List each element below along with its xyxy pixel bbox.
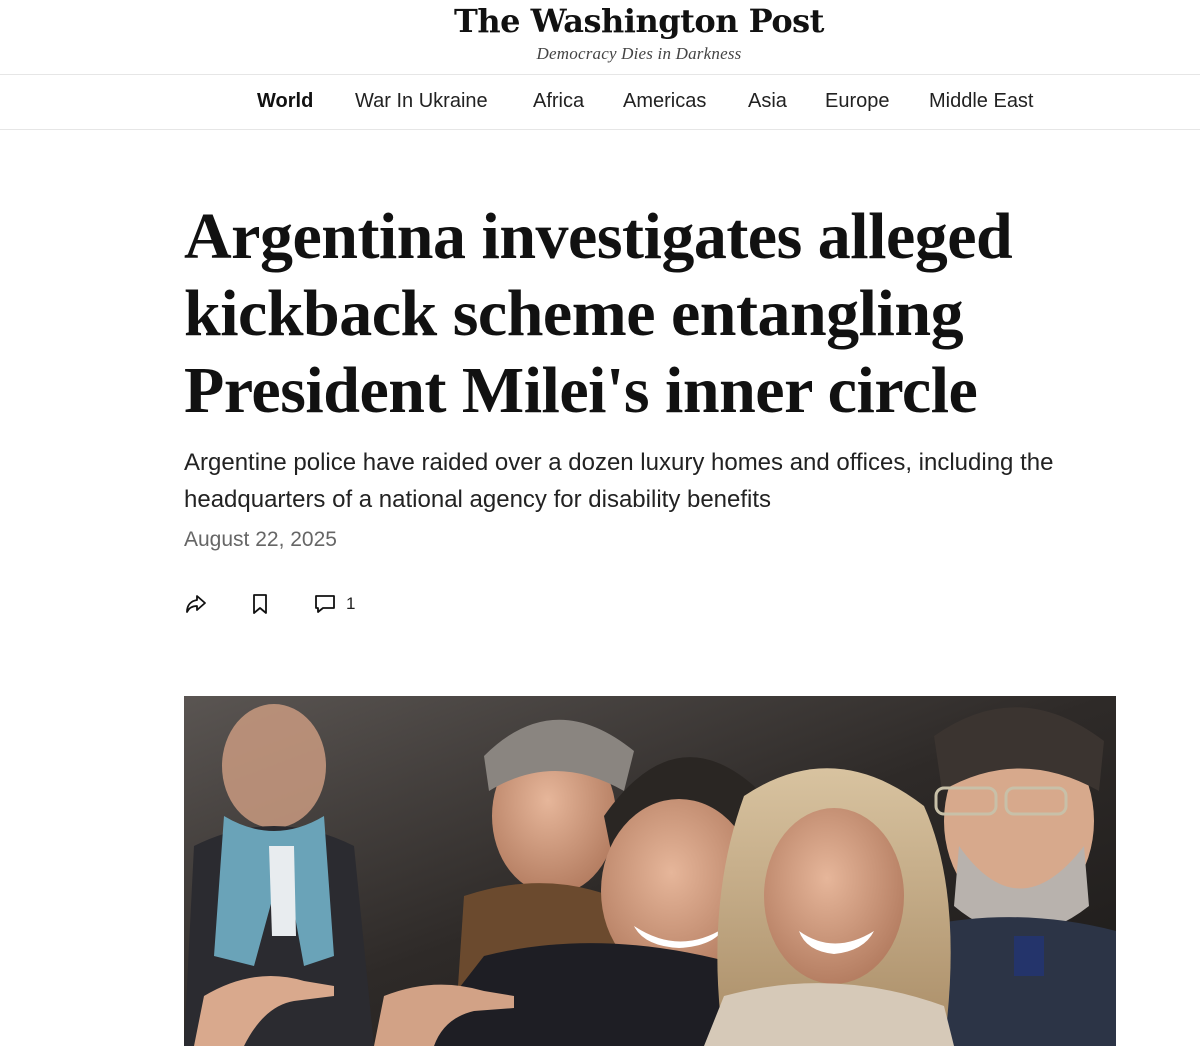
nav-item-middle-east[interactable]: Middle East [929, 90, 1034, 113]
share-icon [186, 595, 206, 613]
nav-item-asia[interactable]: Asia [748, 90, 787, 113]
site-tagline: Democracy Dies in Darkness [536, 44, 742, 63]
site-logo[interactable]: The Washington Post [0, 2, 1200, 40]
lead-photo[interactable] [184, 696, 1116, 1046]
article-headline: Argentina investigates alleged kickback … [184, 200, 1013, 427]
share-button[interactable] [184, 590, 208, 618]
nav-item-war-in-ukraine[interactable]: War In Ukraine [355, 90, 488, 113]
nav-item-world[interactable]: World [257, 90, 313, 113]
comments-button[interactable]: 1 [314, 590, 355, 618]
article-date: August 22, 2025 [184, 528, 337, 551]
article-dek: Argentine police have raided over a doze… [184, 449, 1054, 513]
comment-icon [315, 595, 335, 613]
nav-item-africa[interactable]: Africa [533, 90, 584, 113]
bookmark-button[interactable] [250, 590, 270, 618]
masthead: The Washington Post Democracy Dies in Da… [0, 0, 1200, 75]
nav-item-europe[interactable]: Europe [825, 90, 890, 113]
bookmark-icon [253, 594, 267, 614]
lead-photo-image [184, 696, 1116, 1046]
nav-item-americas[interactable]: Americas [623, 90, 706, 113]
comment-count: 1 [346, 594, 356, 613]
section-nav: World War In Ukraine Africa Americas Asi… [0, 75, 1200, 130]
